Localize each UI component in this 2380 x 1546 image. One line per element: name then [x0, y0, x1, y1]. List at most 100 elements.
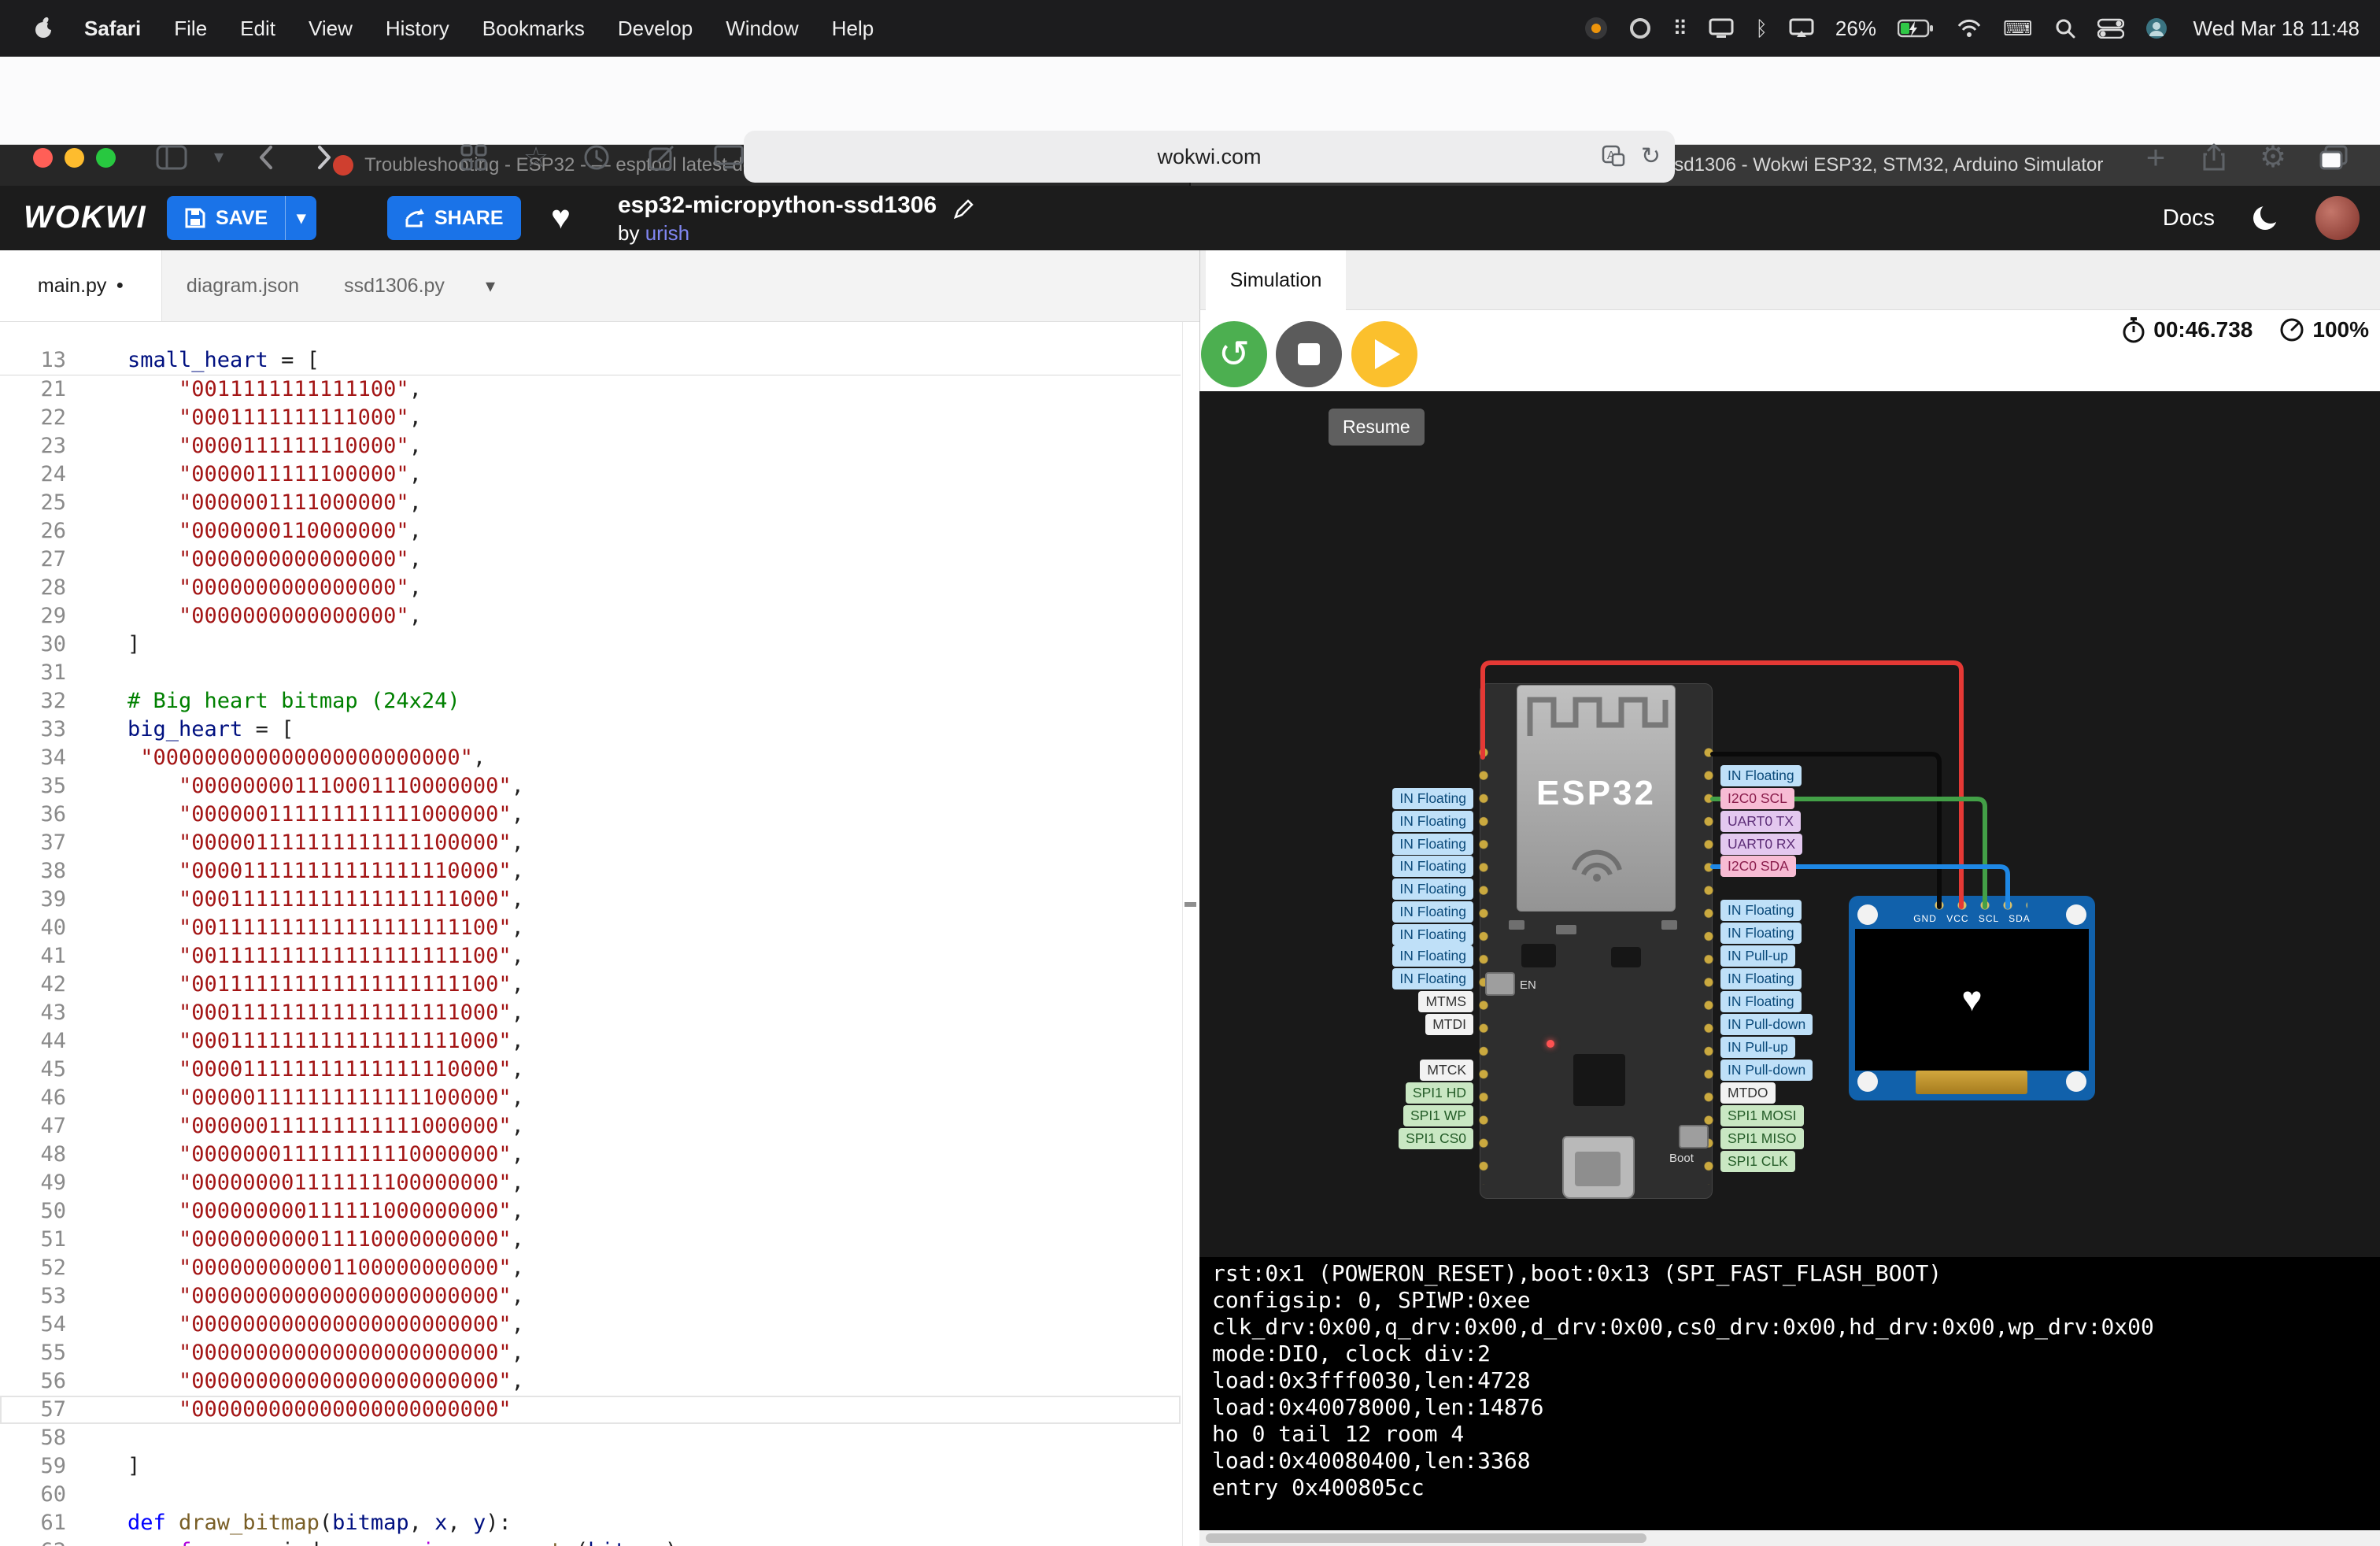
translate-icon[interactable]: A [1602, 145, 1625, 168]
favorites-star-icon[interactable]: ☆ [516, 134, 556, 181]
code-line-39[interactable]: 39 "000111111111111111111000", [0, 886, 1181, 914]
restart-simulation-button[interactable]: ↺ [1201, 321, 1267, 387]
back-button[interactable] [246, 134, 286, 181]
pin-label-in-floating[interactable]: IN Floating [1392, 811, 1473, 832]
menu-window[interactable]: Window [709, 17, 815, 40]
pin-label-spi1-wp[interactable]: SPI1 WP [1403, 1105, 1473, 1126]
code-line-21[interactable]: 21 "0011111111111100", [0, 375, 1181, 404]
tab-overview-grid-icon[interactable] [453, 134, 494, 181]
menu-edit[interactable]: Edit [224, 17, 292, 40]
code-line-52[interactable]: 52 "000000000001100000000000", [0, 1254, 1181, 1282]
menu-bookmarks[interactable]: Bookmarks [466, 17, 601, 40]
pin-label-mtms[interactable]: MTMS [1418, 991, 1473, 1012]
pin-label-in-floating[interactable]: IN Floating [1392, 878, 1473, 900]
code-line-26[interactable]: 26 "0000000110000000", [0, 517, 1181, 546]
pin-label-in-floating[interactable]: IN Floating [1720, 765, 1802, 786]
edit-title-pencil-icon[interactable] [953, 199, 974, 220]
keyboard-icon[interactable]: ⌨ [2003, 18, 2033, 39]
code-line-48[interactable]: 48 "000000011111111110000000", [0, 1141, 1181, 1169]
display-icon[interactable] [1709, 18, 1734, 39]
keyboard-brightness-icon[interactable]: ⠿ [1672, 18, 1687, 39]
code-line-25[interactable]: 25 "0000001111000000", [0, 489, 1181, 517]
pin-label-mtck[interactable]: MTCK [1420, 1060, 1473, 1081]
code-line-41[interactable]: 41 "001111111111111111111100", [0, 942, 1181, 971]
history-clock-icon[interactable] [576, 134, 617, 181]
code-line-38[interactable]: 38 "000011111111111111110000", [0, 857, 1181, 886]
editor-tab-diagram-json[interactable]: diagram.json [162, 250, 323, 321]
pin-label-in-floating[interactable]: IN Floating [1392, 834, 1473, 855]
pin-header-right[interactable] [1704, 747, 1713, 1185]
code-line-34[interactable]: 34 "000000000000000000000000", [0, 744, 1181, 772]
code-line-37[interactable]: 37 "000001111111111111100000", [0, 829, 1181, 857]
simulation-tab[interactable]: Simulation [1206, 250, 1346, 310]
code-line-23[interactable]: 23 "0000111111110000", [0, 432, 1181, 460]
minimize-window-button[interactable] [65, 148, 84, 168]
en-button[interactable] [1485, 972, 1515, 996]
wokwi-logo[interactable]: WOKWI [24, 200, 147, 235]
wifi-icon[interactable] [1957, 19, 1982, 38]
pin-label-spi1-hd[interactable]: SPI1 HD [1406, 1082, 1473, 1104]
compose-icon[interactable] [641, 134, 682, 181]
code-line-45[interactable]: 45 "000011111111111111110000", [0, 1056, 1181, 1084]
pin-label-in-floating[interactable]: IN Floating [1392, 788, 1473, 809]
pin-label-spi1-miso[interactable]: SPI1 MISO [1720, 1128, 1804, 1149]
sidebar-toggle-icon[interactable] [151, 134, 192, 181]
code-line-61[interactable]: 61def draw_bitmap(bitmap, x, y): [0, 1509, 1181, 1537]
zoom-window-button[interactable] [96, 148, 116, 168]
code-line-59[interactable]: 59] [0, 1452, 1181, 1481]
pin-label-in-floating[interactable]: IN Floating [1392, 901, 1473, 923]
save-dropdown-button[interactable]: ▾ [285, 196, 316, 240]
pin-label-spi1-mosi[interactable]: SPI1 MOSI [1720, 1105, 1804, 1126]
pin-label-i2c0-scl[interactable]: I2C0 SCL [1720, 788, 1794, 809]
address-bar[interactable]: wokwi.com A ↻ [744, 131, 1675, 183]
code-line-22[interactable]: 22 "0001111111111000", [0, 404, 1181, 432]
record-indicator-icon[interactable] [1584, 17, 1608, 40]
code-line-50[interactable]: 50 "000000000111111000000000", [0, 1197, 1181, 1226]
pin-label-in-floating[interactable]: IN Floating [1720, 968, 1802, 989]
pin-label-in-pull-up[interactable]: IN Pull-up [1720, 945, 1795, 967]
spotlight-search-icon[interactable] [2054, 17, 2076, 39]
pin-label-in-pull-down[interactable]: IN Pull-down [1720, 1014, 1813, 1035]
code-line-36[interactable]: 36 "000000111111111111000000", [0, 801, 1181, 829]
code-line-46[interactable]: 46 "000001111111111111100000", [0, 1084, 1181, 1112]
user-avatar-icon[interactable] [2145, 17, 2168, 39]
app-status-icon[interactable] [1629, 17, 1651, 39]
code-line-57[interactable]: 57 "000000000000000000000000" [0, 1396, 1181, 1424]
screen-mirroring-icon[interactable] [1789, 18, 1814, 39]
menu-clock[interactable]: Wed Mar 18 11:48 [2193, 17, 2360, 41]
pin-label-in-floating[interactable]: IN Floating [1392, 945, 1473, 967]
pin-label-in-pull-down[interactable]: IN Pull-down [1720, 1060, 1813, 1081]
editor-tab-ssd1306-py[interactable]: ssd1306.py [323, 250, 465, 321]
serial-horizontal-scrollbar[interactable] [1199, 1530, 2380, 1546]
code-line-60[interactable]: 60 [0, 1481, 1181, 1509]
code-line-49[interactable]: 49 "000000001111111100000000", [0, 1169, 1181, 1197]
code-line-54[interactable]: 54 "000000000000000000000000", [0, 1311, 1181, 1339]
pin-label-in-floating[interactable]: IN Floating [1392, 924, 1473, 945]
code-line-40[interactable]: 40 "001111111111111111111100", [0, 914, 1181, 942]
favorite-heart-icon[interactable]: ♥ [551, 198, 571, 236]
menu-history[interactable]: History [369, 17, 466, 40]
menu-view[interactable]: View [292, 17, 369, 40]
share-button[interactable]: SHARE [387, 196, 521, 240]
code-line-31[interactable]: 31 [0, 659, 1181, 687]
pin-label-in-floating[interactable]: IN Floating [1392, 856, 1473, 877]
menu-file[interactable]: File [157, 17, 224, 40]
editor-scrollbar[interactable] [1182, 322, 1183, 1546]
close-window-button[interactable] [33, 148, 53, 168]
code-lines[interactable]: 21 "0011111111111100",22 "00011111111110… [0, 375, 1181, 1546]
pin-label-i2c0-sda[interactable]: I2C0 SDA [1720, 856, 1796, 877]
reload-icon[interactable]: ↻ [1641, 145, 1661, 168]
tabs-overview-icon[interactable] [2313, 134, 2354, 181]
code-line-47[interactable]: 47 "000000111111111111000000", [0, 1112, 1181, 1141]
author-link[interactable]: urish [645, 221, 689, 245]
pin-label-spi1-clk[interactable]: SPI1 CLK [1720, 1151, 1795, 1172]
pin-header-left[interactable] [1479, 747, 1488, 1185]
pin-label-in-floating[interactable]: IN Floating [1720, 900, 1802, 921]
pin-label-in-pull-up[interactable]: IN Pull-up [1720, 1037, 1795, 1058]
oled-pin-header[interactable] [1935, 901, 2027, 910]
code-line-56[interactable]: 56 "000000000000000000000000", [0, 1367, 1181, 1396]
code-line-30[interactable]: 30] [0, 631, 1181, 659]
code-line-35[interactable]: 35 "000000001110001110000000", [0, 772, 1181, 801]
stop-simulation-button[interactable] [1276, 321, 1342, 387]
pin-label-in-floating[interactable]: IN Floating [1720, 923, 1802, 944]
